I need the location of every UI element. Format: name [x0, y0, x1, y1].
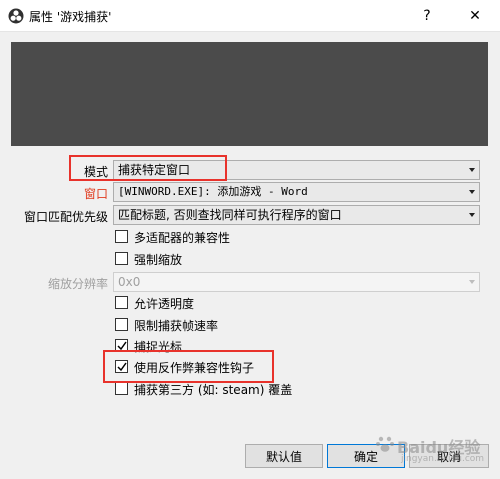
scale-resolution-row: 缩放分辨率 0x0	[0, 272, 500, 292]
chevron-down-icon	[469, 280, 475, 284]
force-scale-label: 强制缩放	[134, 253, 183, 267]
multi-adapter-label: 多适配器的兼容性	[134, 231, 231, 245]
window-value: [WINWORD.EXE]: 添加游戏 - Word	[118, 185, 308, 198]
scale-resolution-value: 0x0	[118, 275, 141, 289]
baidu-watermark: Baidu经验 jingyan.baidu.com	[375, 432, 495, 472]
priority-select[interactable]: 匹配标题, 否则查找同样可执行程序的窗口	[113, 205, 480, 225]
window-title: 属性 '游戏捕获'	[29, 10, 112, 24]
checkbox-box[interactable]	[115, 252, 128, 265]
scale-resolution-label: 缩放分辨率	[47, 277, 108, 291]
checkbox-box[interactable]	[115, 339, 128, 352]
checkbox-box[interactable]	[115, 318, 128, 331]
mode-row: 模式 捕获特定窗口	[0, 160, 500, 180]
chevron-down-icon	[469, 190, 475, 194]
window-row: 窗口 [WINWORD.EXE]: 添加游戏 - Word	[0, 182, 500, 202]
check-icon	[117, 341, 127, 351]
chevron-down-icon	[469, 168, 475, 172]
preview-area	[11, 42, 488, 146]
scale-resolution-select[interactable]: 0x0	[113, 272, 480, 292]
mode-select[interactable]: 捕获特定窗口	[113, 160, 480, 180]
checkbox-box[interactable]	[115, 382, 128, 395]
chevron-down-icon	[469, 213, 475, 217]
window-label: 窗口	[83, 187, 108, 201]
checkbox-box[interactable]	[115, 296, 128, 309]
third-party-overlay-label: 捕获第三方 (如: steam) 覆盖	[134, 383, 293, 397]
check-icon	[117, 362, 127, 372]
priority-row: 窗口匹配优先级 匹配标题, 否则查找同样可执行程序的窗口	[0, 205, 500, 225]
transparency-label: 允许透明度	[134, 297, 195, 311]
help-button[interactable]: ?	[407, 0, 447, 31]
checkbox-box[interactable]	[115, 360, 128, 373]
priority-value: 匹配标题, 否则查找同样可执行程序的窗口	[118, 208, 342, 222]
close-button[interactable]: ✕	[455, 0, 495, 31]
mode-label: 模式	[83, 165, 108, 179]
checkbox-box[interactable]	[115, 230, 128, 243]
paw-icon	[376, 436, 394, 452]
watermark-url: jingyan.baidu.com	[401, 454, 485, 464]
anticheat-hook-label: 使用反作弊兼容性钩子	[134, 361, 255, 375]
close-icon: ✕	[469, 7, 481, 24]
capture-cursor-label: 捕捉光标	[134, 340, 183, 354]
obs-icon	[8, 8, 24, 24]
mode-value: 捕获特定窗口	[118, 163, 191, 177]
window-select[interactable]: [WINWORD.EXE]: 添加游戏 - Word	[113, 182, 480, 202]
priority-label: 窗口匹配优先级	[23, 210, 108, 224]
title-bar: 属性 '游戏捕获' ? ✕	[0, 0, 500, 32]
defaults-button[interactable]: 默认值	[245, 444, 323, 468]
limit-framerate-label: 限制捕获帧速率	[134, 319, 219, 333]
